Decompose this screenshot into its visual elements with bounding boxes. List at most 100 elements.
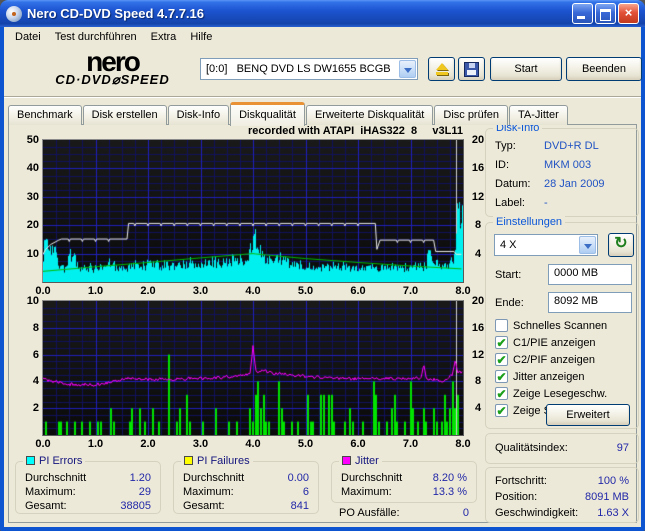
nero-logo: nero CD·DVD⌀SPEED [30,48,195,87]
axis-tick-label: 7.0 [402,285,419,297]
stat-value: 6 [302,486,309,498]
pi-failures-stats-caption: PI Failures [181,455,253,467]
progress-value: 100 % [597,475,629,487]
pi-errors-legend-swatch [26,456,35,465]
axis-tick-label: 8.0 [455,438,471,450]
axis-tick-label: 50 [26,134,39,146]
axis-tick-label: 2 [32,402,39,415]
tab-diskqualit-t[interactable]: Diskqualität [230,102,305,126]
tab-erweiterte-diskqualit-t[interactable]: Erweiterte Diskqualität [305,105,434,125]
axis-tick-label: 2.0 [140,285,156,297]
axis-tick-label: 5.0 [297,285,314,297]
refresh-icon: ↻ [614,235,628,252]
disk-info-label: Datum: [495,178,531,190]
menu-item[interactable]: Hilfe [183,29,219,45]
scan-speed-select[interactable]: 4 X [494,234,598,256]
stat-label: Maximum: [183,486,234,498]
pi-failures-jitter-chart-canvas [43,301,463,435]
tab-ta-jitter[interactable]: TA-Jitter [509,105,568,125]
checkbox[interactable]: ✔ [495,387,508,400]
stat-label: Durchschnitt [25,472,87,484]
checkbox[interactable]: ✔ [495,370,508,383]
maximize-button[interactable] [595,3,616,24]
jitter-legend-swatch [342,456,351,465]
drive-select[interactable]: [0:0] BENQ DVD LS DW1655 BCGB [200,58,418,80]
speed-label: Geschwindigkeit: [495,507,579,519]
app-window: Nero CD-DVD Speed 4.7.7.16 × Datei Test d… [0,0,645,531]
stat-label: Gesamt: [183,500,225,512]
stat-value: 0.00 [287,472,309,484]
disk-info-value: 28 Jan 2009 [544,178,605,190]
disk-info-box: Disk-Info Typ: DVD+R DL ID: MKM 003 Datu… [485,122,639,217]
pi-failures-legend-swatch [184,456,193,465]
checkbox-row[interactable]: Schnelles Scannen [495,319,621,332]
drive-select-dropdown-button[interactable] [399,60,416,78]
toolbar: nero CD·DVD⌀SPEED [0:0] BENQ DVD LS DW16… [4,47,642,97]
jitter-stats-box: Jitter Durchschnitt 8.20 % Maximum: 13.3… [331,455,477,503]
axis-tick-label: 2.0 [140,438,156,450]
jitter-stats-caption: Jitter [339,455,382,467]
axis-tick-label: 3.0 [192,285,209,297]
axis-tick-label: 0.0 [35,438,51,450]
pi-errors-stats-box: PI Errors Durchschnitt 1.20 Maximum: 29 … [15,455,161,514]
title-bar[interactable]: Nero CD-DVD Speed 4.7.7.16 × [0,0,645,27]
pi-failures-jitter-chart [42,300,464,436]
checkbox[interactable] [495,319,508,332]
checkbox-label: Schnelles Scannen [513,319,608,332]
menu-item[interactable]: Datei [8,29,48,45]
disk-info-value: - [544,197,548,209]
quit-button[interactable]: Beenden [566,57,642,81]
position-value: 8091 MB [584,491,629,503]
close-button[interactable]: × [618,3,639,24]
position-label: Position: [495,491,538,503]
start-button[interactable]: Start [490,57,562,81]
checkbox-label: Zeige Lesegeschw. [513,387,608,400]
save-button[interactable] [458,57,485,81]
checkbox-row[interactable]: ✔ Zeige Lesegeschw. [495,387,621,400]
checkbox[interactable]: ✔ [495,336,508,349]
axis-tick-label: 8 [32,321,39,334]
tab-bar: Benchmark Disk erstellen Disk-Info Diskqual… [8,101,569,126]
checkbox-row[interactable]: ✔ Jitter anzeigen [495,370,621,383]
minimize-button[interactable] [572,3,593,24]
end-position-input[interactable]: 8092 MB [548,292,632,313]
checkbox[interactable]: ✔ [495,404,508,417]
drive-select-value: [0:0] BENQ DVD LS DW1655 BCGB [206,63,391,75]
speed-value: 1.63 X [597,507,629,519]
checkbox[interactable]: ✔ [495,353,508,366]
axis-tick-label: 40 [26,162,39,175]
pi-failures-stats-box: PI Failures Durchschnitt 0.00 Maximum: 6… [173,455,319,514]
stat-value: 13.3 % [432,486,467,498]
tab-disk-info[interactable]: Disk-Info [167,105,230,125]
refresh-button[interactable]: ↻ [608,233,634,257]
menu-item[interactable]: Extra [144,29,184,45]
advanced-button[interactable]: Erweitert [546,404,630,426]
window-content: Datei Test durchführen Extra Hilfe nero CD·… [4,27,642,527]
menu-item[interactable]: Test durchführen [48,29,144,45]
eject-disc-icon [435,63,449,75]
stat-label: Gesamt: [25,500,67,512]
po-failures-row: PO Ausfälle: 0 [339,507,469,519]
stat-label: Durchschnitt [183,472,245,484]
pi-errors-chart-canvas [43,140,463,282]
axis-tick-label: 7.0 [402,438,419,450]
start-position-input[interactable]: 0000 MB [548,264,632,285]
po-failures-value: 0 [462,507,469,519]
checkbox-row[interactable]: ✔ C1/PIE anzeigen [495,336,621,349]
start-position-label: Start: [495,269,522,281]
tab-disk-erstellen[interactable]: Disk erstellen [82,105,167,125]
tab-disc-pr-fen[interactable]: Disc prüfen [434,105,509,125]
stat-label: Durchschnitt [341,472,403,484]
checkbox-label: Jitter anzeigen [513,370,585,383]
tab-benchmark[interactable]: Benchmark [8,105,82,125]
stat-label: Maximum: [25,486,76,498]
stat-value: 841 [290,500,309,512]
eject-button[interactable] [428,57,455,81]
axis-tick-label: 6.0 [350,438,366,450]
disk-info-label: Label: [495,197,525,209]
checkbox-row[interactable]: ✔ C2/PIF anzeigen [495,353,621,366]
checkbox-label: C2/PIF anzeigen [513,353,595,366]
window-title: Nero CD-DVD Speed 4.7.7.16 [27,6,205,21]
axis-tick-label: 10 [26,295,39,307]
scan-speed-dropdown-button[interactable] [579,236,596,254]
